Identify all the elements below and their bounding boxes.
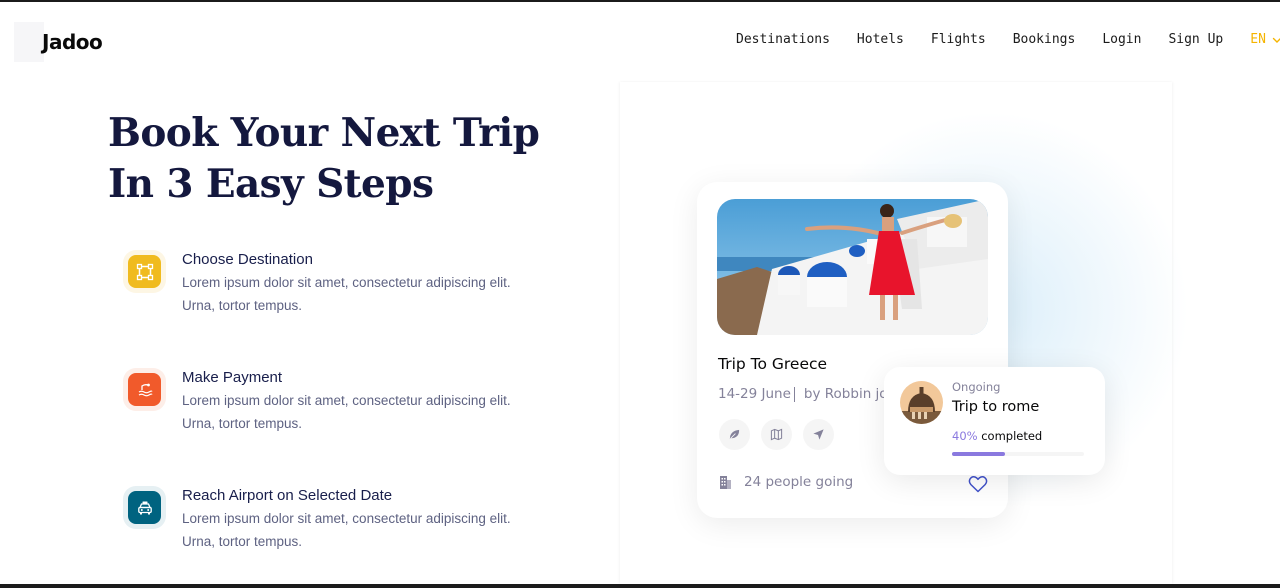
map-button[interactable] <box>761 419 792 450</box>
trip-meta: 14-29 June by Robbin jo <box>718 386 888 402</box>
step-reach-airport: Reach Airport on Selected Date Lorem ips… <box>128 487 511 549</box>
nav-destinations[interactable]: Destinations <box>736 32 830 47</box>
send-button[interactable] <box>803 419 834 450</box>
nav-signup[interactable]: Sign Up <box>1168 32 1223 47</box>
selection-icon <box>128 255 161 288</box>
meta-divider <box>793 386 795 402</box>
trip-title: Trip To Greece <box>718 355 828 373</box>
chevron-down-icon <box>1272 37 1280 43</box>
step-text: Make Payment Lorem ipsum dolor sit amet,… <box>182 369 542 435</box>
step-desc-line-2: Urna, tortor tempus. <box>182 297 303 313</box>
progress-percent: 40% <box>952 429 978 443</box>
headline-line-2: In 3 Easy Steps <box>108 161 434 207</box>
step-description: Lorem ipsum dolor sit amet, consectetur … <box>182 508 542 553</box>
logo-backdrop <box>14 22 44 62</box>
step-desc-line-1: Lorem ipsum dolor sit amet, consectetur … <box>182 511 511 526</box>
step-desc-line-2: Urna, tortor tempus. <box>182 533 303 549</box>
progress-fill <box>952 452 1005 456</box>
step-description: Lorem ipsum dolor sit amet, consectetur … <box>182 390 542 435</box>
rome-thumbnail <box>900 381 943 424</box>
people-going: 24 people going <box>744 474 854 490</box>
trip-footer: 24 people going <box>718 474 853 490</box>
map-icon <box>770 428 783 441</box>
nav-bookings[interactable]: Bookings <box>1013 32 1076 47</box>
step-desc-line-2: Urna, tortor tempus. <box>182 415 303 431</box>
progress-bar <box>952 452 1084 456</box>
ongoing-label: Ongoing <box>952 380 1001 394</box>
taxi-icon <box>128 491 161 524</box>
nav-flights[interactable]: Flights <box>931 32 986 47</box>
step-description: Lorem ipsum dolor sit amet, consectetur … <box>182 272 542 317</box>
progress-text: 40% completed <box>952 429 1042 443</box>
trip-dates: 14-29 June <box>718 386 791 402</box>
step-text: Reach Airport on Selected Date Lorem ips… <box>182 487 542 553</box>
language-label: EN <box>1250 32 1266 47</box>
building-icon <box>720 476 731 489</box>
leaf-button[interactable] <box>719 419 750 450</box>
step-desc-line-1: Lorem ipsum dolor sit amet, consectetur … <box>182 393 511 408</box>
step-title: Choose Destination <box>182 251 313 268</box>
trip-photo <box>717 199 988 335</box>
step-text: Choose Destination Lorem ipsum dolor sit… <box>182 251 542 317</box>
nav-hotels[interactable]: Hotels <box>857 32 904 47</box>
ongoing-title: Trip to rome <box>952 399 1040 415</box>
logo-text[interactable]: Jadoo <box>42 30 103 54</box>
step-desc-line-1: Lorem ipsum dolor sit amet, consectetur … <box>182 275 511 290</box>
ongoing-trip-card[interactable]: Ongoing Trip to rome 40% completed <box>884 367 1105 475</box>
step-title: Reach Airport on Selected Date <box>182 487 393 504</box>
top-border <box>0 0 1280 2</box>
progress-suffix: completed <box>977 429 1043 443</box>
logo[interactable]: Jadoo <box>14 22 114 62</box>
nav-login[interactable]: Login <box>1102 32 1141 47</box>
trip-author: by Robbin jo <box>803 386 888 402</box>
water-sport-icon <box>128 373 161 406</box>
main-nav: Destinations Hotels Flights Bookings Log… <box>736 32 1280 47</box>
page-title: Book Your Next Trip In 3 Easy Steps <box>108 108 578 210</box>
leaf-icon <box>729 429 740 440</box>
step-title: Make Payment <box>182 369 283 386</box>
language-selector[interactable]: EN <box>1250 32 1280 47</box>
send-icon <box>813 429 824 440</box>
bottom-border <box>0 584 1280 588</box>
step-choose-destination: Choose Destination Lorem ipsum dolor sit… <box>128 251 511 313</box>
trip-actions <box>719 419 834 450</box>
headline-line-1: Book Your Next Trip <box>108 110 540 156</box>
heart-icon[interactable] <box>968 475 988 493</box>
step-make-payment: Make Payment Lorem ipsum dolor sit amet,… <box>128 369 511 431</box>
